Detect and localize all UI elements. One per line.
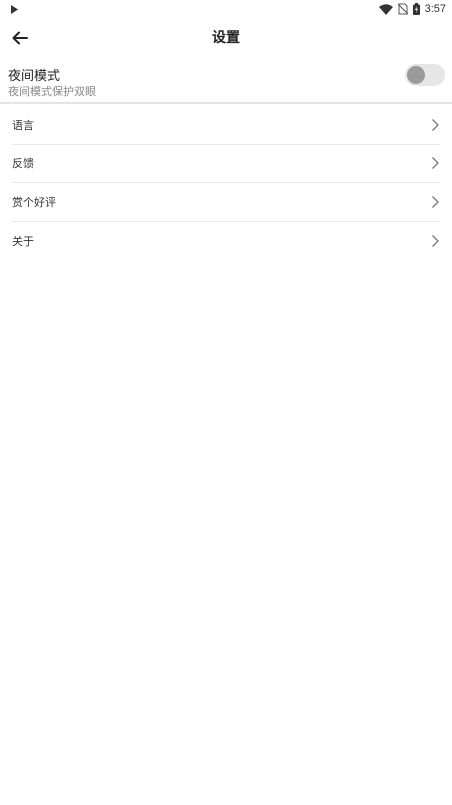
settings-menu: 语言 反馈 赏个好评 关于 [0, 106, 452, 260]
menu-item-feedback[interactable]: 反馈 [12, 145, 440, 183]
menu-item-rate[interactable]: 赏个好评 [12, 183, 440, 222]
menu-item-label: 反馈 [12, 157, 34, 171]
arrow-left-icon [12, 31, 28, 45]
toggle-knob [407, 66, 425, 84]
status-time: 3:57 [424, 3, 446, 15]
menu-item-label: 赏个好评 [12, 195, 56, 209]
no-sim-icon [397, 3, 408, 15]
wifi-icon [378, 3, 393, 15]
status-bar: 3:57 [0, 0, 452, 18]
chevron-right-icon [432, 118, 439, 131]
play-icon [11, 4, 18, 14]
night-mode-subtitle: 夜间模式保护双眼 [8, 85, 96, 98]
toolbar: 设置 [0, 18, 452, 58]
night-mode-title: 夜间模式 [8, 69, 61, 84]
chevron-right-icon [432, 234, 439, 247]
menu-item-label: 语言 [12, 118, 34, 132]
chevron-right-icon [432, 157, 439, 170]
menu-item-language[interactable]: 语言 [12, 106, 440, 145]
night-mode-row[interactable]: 夜间模式 夜间模式保护双眼 [0, 58, 452, 104]
back-button[interactable] [6, 24, 34, 52]
chevron-right-icon [432, 195, 439, 208]
night-mode-toggle[interactable] [405, 64, 445, 86]
menu-item-about[interactable]: 关于 [12, 222, 440, 261]
page-title: 设置 [212, 30, 240, 46]
menu-item-label: 关于 [12, 234, 34, 248]
battery-charging-icon [412, 3, 420, 15]
